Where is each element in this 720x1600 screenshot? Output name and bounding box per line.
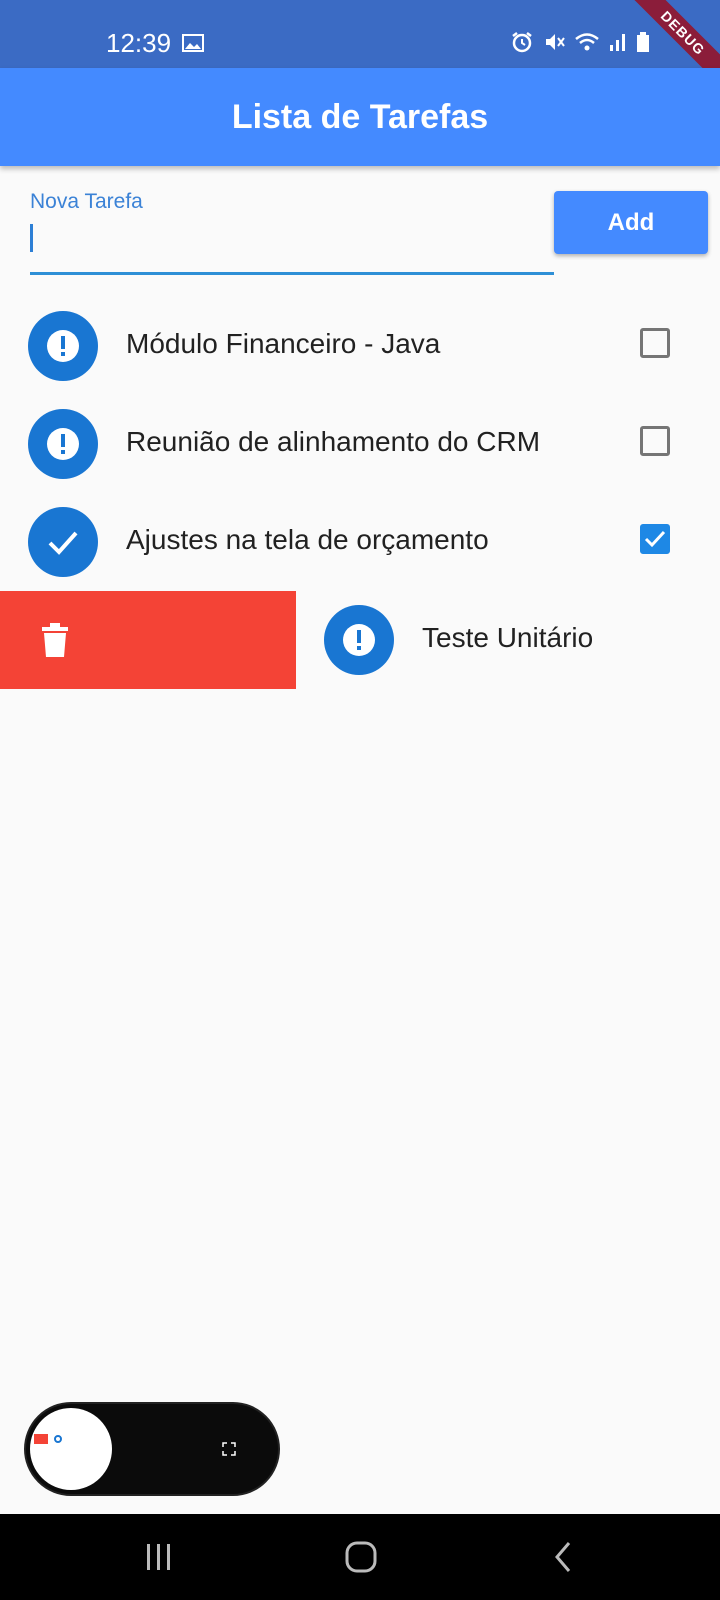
task-item[interactable]: Ajustes na tela de orçamento: [0, 493, 720, 591]
back-icon[interactable]: [552, 1540, 574, 1574]
task-label: Teste Unitário: [422, 622, 594, 653]
screen-recorder-pip[interactable]: [24, 1402, 280, 1496]
mute-icon: [546, 34, 565, 50]
task-item[interactable]: Reunião de alinhamento do CRM: [0, 395, 720, 493]
home-icon[interactable]: [344, 1540, 378, 1574]
task-checkbox[interactable]: [640, 524, 670, 554]
signal-icon: [610, 34, 625, 51]
system-nav-bar: [0, 1514, 720, 1600]
trash-icon: [42, 623, 68, 657]
task-status-avatar: [324, 605, 394, 675]
alarm-icon: [512, 32, 532, 53]
status-icons: [510, 30, 650, 54]
task-label: Reunião de alinhamento do CRM: [126, 426, 541, 457]
task-status-avatar: [28, 311, 98, 381]
preview-delete-strip: [34, 1434, 48, 1444]
app-bar: Lista de Tarefas: [0, 68, 720, 166]
exclamation-icon: [47, 330, 79, 362]
battery-icon: [637, 32, 649, 52]
delete-background[interactable]: [0, 591, 296, 689]
checkmark-icon: [644, 530, 666, 548]
status-bar: 12:39 DEBUG: [0, 0, 720, 94]
recorder-preview: [30, 1408, 112, 1490]
task-checkbox[interactable]: [640, 426, 670, 456]
swiped-task-item[interactable]: Teste Unitário: [0, 591, 720, 689]
page-title: Lista de Tarefas: [231, 97, 489, 136]
image-icon: [182, 34, 204, 52]
new-task-label: Nova Tarefa: [30, 190, 143, 213]
task-item[interactable]: Módulo Financeiro - Java: [0, 297, 720, 395]
task-checkbox[interactable]: [640, 328, 670, 358]
add-button[interactable]: Add: [554, 191, 708, 254]
expand-icon[interactable]: [222, 1442, 236, 1456]
exclamation-icon: [343, 624, 375, 656]
task-label: Módulo Financeiro - Java: [126, 328, 441, 359]
recent-apps-icon[interactable]: [144, 1540, 174, 1574]
task-status-avatar: [28, 507, 98, 577]
status-time: 12:39: [106, 28, 172, 58]
preview-avatar: [54, 1435, 62, 1443]
new-task-input[interactable]: [30, 224, 33, 252]
exclamation-icon: [47, 428, 79, 460]
check-icon: [48, 531, 78, 555]
new-task-underline: [30, 272, 554, 275]
wifi-icon: [575, 33, 599, 51]
task-label: Ajustes na tela de orçamento: [126, 524, 489, 555]
task-status-avatar: [28, 409, 98, 479]
